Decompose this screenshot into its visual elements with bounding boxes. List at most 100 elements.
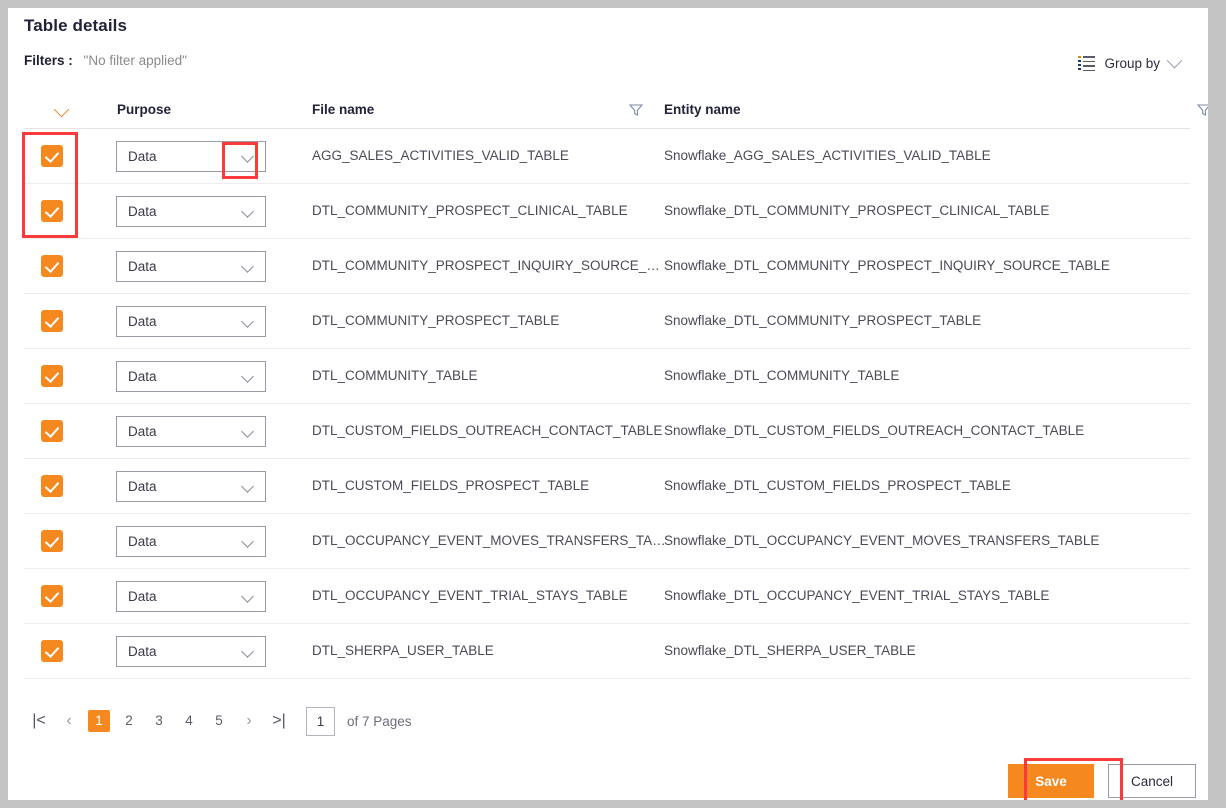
filters-label: Filters :: [24, 53, 73, 68]
cell-file-name: DTL_COMMUNITY_PROSPECT_TABLE: [312, 313, 560, 328]
cell-entity-name: Snowflake_DTL_SHERPA_USER_TABLE: [664, 643, 916, 658]
pagination-page-2[interactable]: 2: [118, 710, 140, 732]
purpose-select[interactable]: Data: [116, 361, 266, 392]
table-row: Data DTL_SHERPA_USER_TABLE Snowflake_DTL_S…: [24, 624, 1190, 679]
select-all-chevron-icon[interactable]: [53, 101, 70, 118]
column-header-purpose: Purpose: [117, 102, 172, 117]
chevron-down-icon[interactable]: [241, 535, 254, 548]
purpose-select-value: Data: [128, 644, 157, 659]
cell-file-name: DTL_COMMUNITY_PROSPECT_CLINICAL_TABLE: [312, 203, 628, 218]
chevron-down-icon[interactable]: [241, 590, 254, 603]
row-checkbox[interactable]: [41, 420, 63, 442]
cell-file-name: DTL_COMMUNITY_PROSPECT_INQUIRY_SOURCE_…: [312, 258, 660, 273]
footer-divider: [8, 753, 1208, 754]
row-checkbox[interactable]: [41, 310, 63, 332]
row-checkbox[interactable]: [41, 365, 63, 387]
table-row: Data DTL_COMMUNITY_PROSPECT_CLINICAL_TABL…: [24, 184, 1190, 239]
cancel-button[interactable]: Cancel: [1108, 764, 1196, 798]
table-row: Data DTL_OCCUPANCY_EVENT_TRIAL_STAYS_TABL…: [24, 569, 1190, 624]
page-title: Table details: [24, 16, 128, 35]
pagination-page-5[interactable]: 5: [208, 710, 230, 732]
filters-row: Filters : "No filter applied": [24, 53, 187, 68]
table-details-panel: Table details Filters : "No filter appli…: [8, 8, 1208, 800]
chevron-down-icon[interactable]: [241, 315, 254, 328]
cell-file-name: DTL_SHERPA_USER_TABLE: [312, 643, 494, 658]
purpose-select[interactable]: Data: [116, 471, 266, 502]
filter-icon-file-name[interactable]: [629, 103, 643, 117]
cell-file-name: DTL_CUSTOM_FIELDS_PROSPECT_TABLE: [312, 478, 590, 493]
save-button[interactable]: Save: [1008, 764, 1094, 798]
filter-icon-entity-name[interactable]: [1197, 103, 1208, 117]
purpose-select[interactable]: Data: [116, 196, 266, 227]
pagination-page-4[interactable]: 4: [178, 710, 200, 732]
purpose-select-value: Data: [128, 369, 157, 384]
group-by-icon: [1078, 56, 1096, 72]
chevron-down-icon[interactable]: [241, 205, 254, 218]
table-row: Data DTL_CUSTOM_FIELDS_PROSPECT_TABLE Snow…: [24, 459, 1190, 514]
cell-file-name: DTL_CUSTOM_FIELDS_OUTREACH_CONTACT_TABLE: [312, 423, 663, 438]
purpose-select[interactable]: Data: [116, 581, 266, 612]
row-checkbox[interactable]: [41, 530, 63, 552]
purpose-select-value: Data: [128, 589, 157, 604]
row-checkbox[interactable]: [41, 475, 63, 497]
table-row: Data DTL_CUSTOM_FIELDS_OUTREACH_CONTACT_T…: [24, 404, 1190, 459]
table-row: Data DTL_COMMUNITY_PROSPECT_INQUIRY_SOURC…: [24, 239, 1190, 294]
purpose-select[interactable]: Data: [116, 251, 266, 282]
table-row: Data DTL_COMMUNITY_TABLE Snowflake_DTL_COM…: [24, 349, 1190, 404]
chevron-down-icon[interactable]: [241, 370, 254, 383]
row-checkbox[interactable]: [41, 585, 63, 607]
cell-file-name: DTL_OCCUPANCY_EVENT_TRIAL_STAYS_TABLE: [312, 588, 628, 603]
cell-entity-name: Snowflake_DTL_COMMUNITY_PROSPECT_CLINICA…: [664, 203, 1050, 218]
purpose-select[interactable]: Data: [116, 141, 266, 172]
cell-entity-name: Snowflake_DTL_CUSTOM_FIELDS_OUTREACH_CON…: [664, 423, 1085, 438]
chevron-down-icon[interactable]: [241, 150, 254, 163]
chevron-down-icon: [1166, 52, 1183, 69]
row-checkbox[interactable]: [41, 145, 63, 167]
pagination-last[interactable]: >|: [264, 712, 294, 730]
cell-file-name: AGG_SALES_ACTIVITIES_VALID_TABLE: [312, 148, 569, 163]
cell-entity-name: Snowflake_DTL_COMMUNITY_PROSPECT_INQUIRY…: [664, 258, 1110, 273]
cell-entity-name: Snowflake_DTL_COMMUNITY_PROSPECT_TABLE: [664, 313, 982, 328]
cell-file-name: DTL_OCCUPANCY_EVENT_MOVES_TRANSFERS_TA…: [312, 533, 666, 548]
cell-file-name: DTL_COMMUNITY_TABLE: [312, 368, 478, 383]
table-row: Data AGG_SALES_ACTIVITIES_VALID_TABLE Snow…: [24, 129, 1190, 184]
purpose-select-value: Data: [128, 204, 157, 219]
purpose-select-value: Data: [128, 149, 157, 164]
pagination-next[interactable]: ›: [234, 712, 264, 730]
purpose-select[interactable]: Data: [116, 306, 266, 337]
chevron-down-icon[interactable]: [241, 645, 254, 658]
column-header-file-name: File name: [312, 102, 375, 117]
column-header-entity-name: Entity name: [664, 102, 741, 117]
pagination-total-label: of 7 Pages: [347, 713, 412, 729]
chevron-down-icon[interactable]: [241, 260, 254, 273]
row-checkbox[interactable]: [41, 255, 63, 277]
cell-entity-name: Snowflake_DTL_COMMUNITY_TABLE: [664, 368, 900, 383]
chevron-down-icon[interactable]: [241, 425, 254, 438]
pagination-page-1[interactable]: 1: [88, 710, 110, 732]
pagination-first[interactable]: |<: [24, 712, 54, 730]
purpose-select-value: Data: [128, 424, 157, 439]
purpose-select[interactable]: Data: [116, 416, 266, 447]
purpose-select-value: Data: [128, 534, 157, 549]
group-by-button[interactable]: Group by: [1078, 52, 1183, 72]
pagination-page-input[interactable]: 1: [306, 706, 335, 736]
purpose-select[interactable]: Data: [116, 526, 266, 557]
purpose-select-value: Data: [128, 259, 157, 274]
pagination-prev[interactable]: ‹: [54, 712, 84, 730]
chevron-down-icon[interactable]: [241, 480, 254, 493]
cell-entity-name: Snowflake_DTL_OCCUPANCY_EVENT_TRIAL_STAY…: [664, 588, 1050, 603]
cell-entity-name: Snowflake_DTL_CUSTOM_FIELDS_PROSPECT_TAB…: [664, 478, 1011, 493]
cell-entity-name: Snowflake_AGG_SALES_ACTIVITIES_VALID_TAB…: [664, 148, 991, 163]
pagination-page-3[interactable]: 3: [148, 710, 170, 732]
row-checkbox[interactable]: [41, 200, 63, 222]
purpose-select[interactable]: Data: [116, 636, 266, 667]
row-checkbox[interactable]: [41, 640, 63, 662]
cell-entity-name: Snowflake_DTL_OCCUPANCY_EVENT_MOVES_TRAN…: [664, 533, 1100, 548]
pagination: |< ‹ 1 2 3 4 5 › >| 1 of 7 Pages: [24, 700, 412, 742]
table-body: Data AGG_SALES_ACTIVITIES_VALID_TABLE Snow…: [24, 129, 1190, 679]
purpose-select-value: Data: [128, 314, 157, 329]
table-row: Data DTL_OCCUPANCY_EVENT_MOVES_TRANSFERS_…: [24, 514, 1190, 569]
table-row: Data DTL_COMMUNITY_PROSPECT_TABLE Snowflak…: [24, 294, 1190, 349]
purpose-select-value: Data: [128, 479, 157, 494]
filters-value: "No filter applied": [83, 53, 187, 68]
